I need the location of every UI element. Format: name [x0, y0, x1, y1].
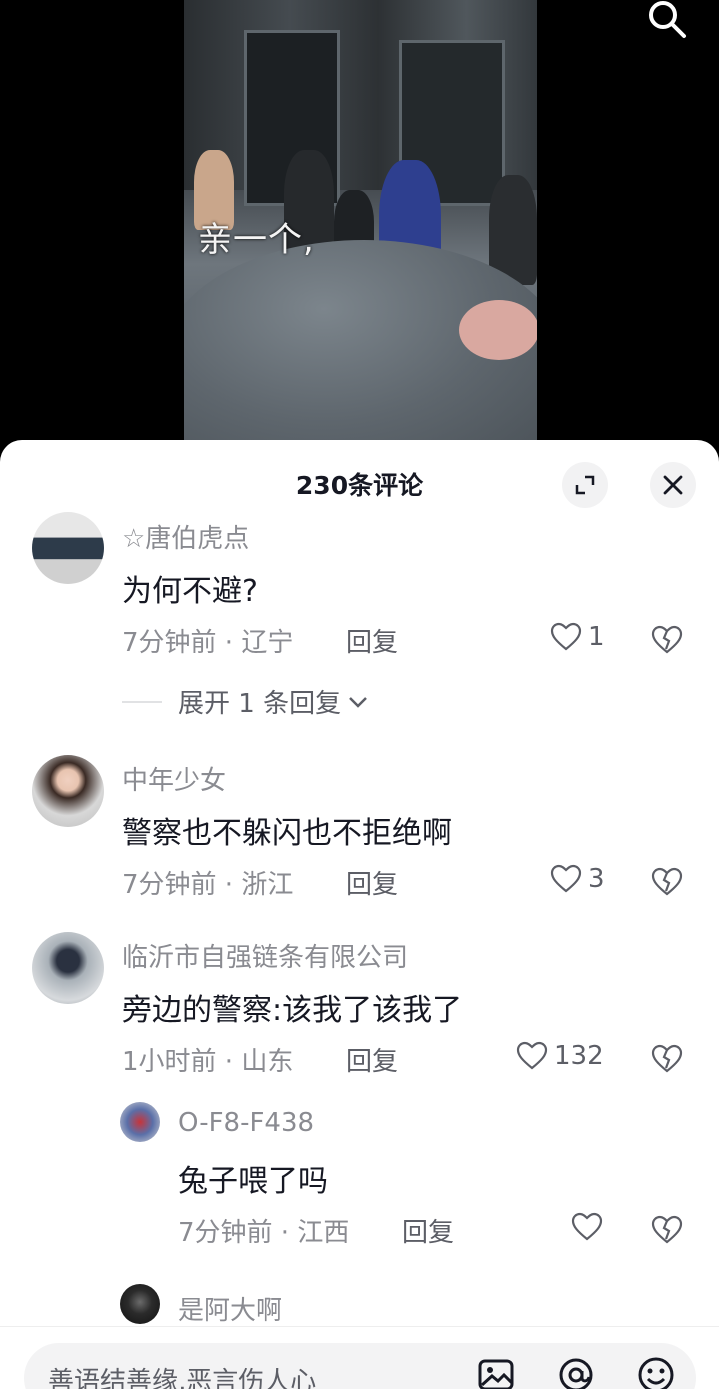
- like-count: 132: [554, 1041, 604, 1071]
- comment-time: 7分钟前: [122, 870, 217, 900]
- reply-text: 兔子喂了吗: [178, 1164, 328, 1199]
- search-icon[interactable]: [644, 0, 688, 40]
- broken-heart-icon[interactable]: [651, 1214, 683, 1246]
- expand-replies-button[interactable]: 展开 1 条回复: [122, 683, 369, 720]
- comment-meta: 1小时前 · 山东: [122, 1047, 294, 1077]
- reply-button[interactable]: 回复: [346, 864, 398, 901]
- comment-author[interactable]: 临沂市自强链条有限公司: [122, 937, 408, 974]
- like-button[interactable]: 132: [516, 1041, 604, 1071]
- comment-region: 浙江: [241, 870, 294, 900]
- comments-sheet: 230条评论 ☆唐伯虎点 为何不避? 7分钟前 · 辽宁 回复 1 展开 1 条…: [0, 440, 719, 1389]
- expand-icon: [575, 475, 595, 495]
- comment-author[interactable]: 中年少女: [122, 760, 226, 797]
- like-button[interactable]: [571, 1212, 603, 1242]
- comments-count-title: 230条评论: [295, 471, 424, 500]
- video-person: [459, 300, 537, 360]
- avatar[interactable]: [32, 512, 104, 584]
- expand-fullscreen-button[interactable]: [562, 462, 608, 508]
- comment-region: 辽宁: [241, 628, 294, 658]
- emoji-icon[interactable]: [636, 1355, 676, 1389]
- comment-input-bar: 善语结善缘,恶言伤人心: [0, 1326, 719, 1389]
- like-button[interactable]: 1: [550, 622, 605, 652]
- heart-icon: [550, 864, 582, 893]
- comment-text: 为何不避?: [122, 574, 258, 609]
- comment-time: 1小时前: [122, 1047, 217, 1077]
- comment-author[interactable]: 是阿大啊: [178, 1290, 282, 1327]
- reply-button[interactable]: 回复: [402, 1212, 454, 1249]
- comment-time: 7分钟前: [122, 628, 217, 658]
- reply-button[interactable]: 回复: [346, 1041, 398, 1078]
- reply-meta: 7分钟前 · 江西: [178, 1218, 350, 1248]
- heart-icon: [516, 1041, 548, 1070]
- avatar[interactable]: [120, 1284, 160, 1324]
- comment-text: 警察也不躲闪也不拒绝啊: [122, 816, 452, 851]
- reply-button[interactable]: 回复: [346, 622, 398, 659]
- like-count: 1: [588, 622, 605, 652]
- reply-region: 江西: [297, 1218, 350, 1248]
- heart-icon: [550, 622, 582, 651]
- comment-meta: 7分钟前 · 辽宁: [122, 628, 294, 658]
- comment-meta: 7分钟前 · 浙江: [122, 870, 294, 900]
- video-frame[interactable]: 亲一个,: [184, 0, 537, 440]
- image-icon[interactable]: [476, 1355, 516, 1389]
- close-icon: [663, 475, 683, 495]
- reply-author[interactable]: O-F8-F438: [178, 1108, 314, 1138]
- comment-input-placeholder: 善语结善缘,恶言伤人心: [48, 1367, 317, 1389]
- video-caption: 亲一个,: [198, 220, 315, 260]
- at-mention-icon[interactable]: [556, 1355, 596, 1389]
- broken-heart-icon[interactable]: [651, 866, 683, 898]
- expand-replies-label: 展开 1 条回复: [178, 689, 342, 719]
- comment-region: 山东: [241, 1047, 294, 1077]
- video-player[interactable]: 亲一个,: [0, 0, 719, 440]
- avatar[interactable]: [120, 1102, 160, 1142]
- comment-author[interactable]: ☆唐伯虎点: [122, 518, 249, 555]
- avatar[interactable]: [32, 755, 104, 827]
- broken-heart-icon[interactable]: [651, 624, 683, 656]
- reply-time: 7分钟前: [178, 1218, 273, 1248]
- chevron-down-icon: [349, 696, 367, 708]
- heart-icon: [571, 1212, 603, 1241]
- close-button[interactable]: [650, 462, 696, 508]
- like-count: 3: [588, 864, 605, 894]
- broken-heart-icon[interactable]: [651, 1043, 683, 1075]
- like-button[interactable]: 3: [550, 864, 605, 894]
- avatar[interactable]: [32, 932, 104, 1004]
- comment-text: 旁边的警察:该我了该我了: [122, 993, 463, 1028]
- expand-divider: [122, 700, 162, 703]
- comment-input[interactable]: 善语结善缘,恶言伤人心: [24, 1343, 696, 1389]
